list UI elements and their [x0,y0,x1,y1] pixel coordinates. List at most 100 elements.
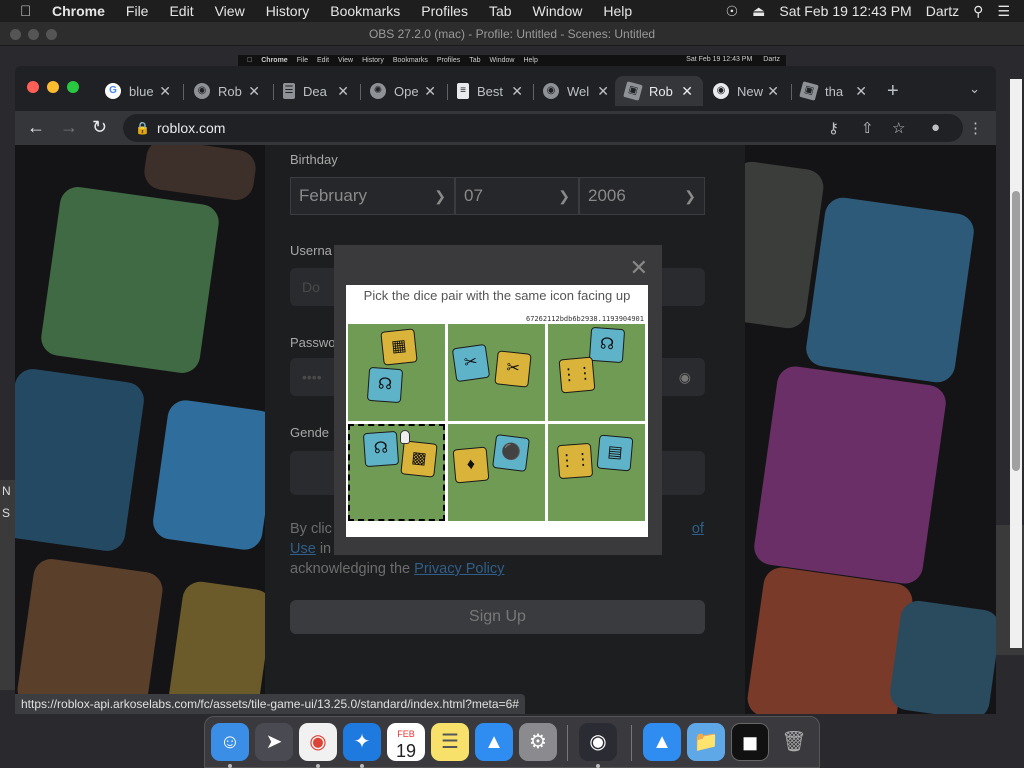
bookmark-star-icon[interactable]: ☆ [892,119,905,137]
captcha-tile-6[interactable]: ⋮⋮ ▤ [548,424,645,521]
status-url-bubble: https://roblox-api.arkoselabs.com/fc/ass… [15,694,525,714]
birthday-day-select[interactable]: 07 ❯ [455,177,579,215]
apple-icon[interactable]:  [20,3,38,20]
tab-1[interactable]: G blue ✕ [95,76,181,106]
captcha-tile-5[interactable]: ♦ ⚫ [448,424,545,521]
menu-history[interactable]: History [266,3,310,19]
doc-icon: ≡ [457,83,469,99]
tab-9[interactable]: ▣ tha ✕ [791,76,877,106]
tab-search-chevron-icon[interactable]: ⌄ [969,81,980,97]
chrome-icon[interactable]: ◉ [299,723,337,761]
scrollbar-thumb[interactable] [1012,191,1020,471]
menu-datetime[interactable]: Sat Feb 19 12:43 PM [779,3,911,19]
menu-view[interactable]: View [215,3,245,19]
gender-label: Gende [290,425,330,440]
notes-icon[interactable]: ☰ [431,723,469,761]
back-arrow-icon[interactable]: ← [27,117,45,138]
safari-compass-icon[interactable]: ✦ [343,723,381,761]
tab-5[interactable]: ≡ Best ✕ [447,76,533,106]
eye-icon[interactable]: ◉ [679,358,691,396]
close-icon[interactable]: ✕ [630,255,648,281]
menu-user[interactable]: Dartz [926,3,959,19]
screen-recording-icon[interactable]: ◼ [731,723,769,761]
trash-icon[interactable]: 🗑 [775,723,813,761]
tab-2[interactable]: ◉ Rob ✕ [184,76,270,106]
captcha-tile-1[interactable]: ▦ ☊ [348,324,445,421]
captcha-modal: ✕ Pick the dice pair with the same icon … [334,245,662,555]
tab-4-close-icon[interactable]: ✕ [424,83,436,100]
menu-profiles[interactable]: Profiles [421,3,468,19]
forward-arrow-icon[interactable]: → [60,117,78,138]
tab-8[interactable]: ◉ New ✕ [703,76,789,106]
kebab-menu-icon[interactable]: ⋮ [968,119,983,137]
tab-5-close-icon[interactable]: ✕ [511,83,523,100]
preview-datetime-user: Sat Feb 19 12:43 PM Dartz [677,56,780,63]
obs-zoom-button[interactable] [46,29,57,40]
captcha-tile-2[interactable]: ✂ ✂ [448,324,545,421]
obs-close-button[interactable] [10,29,21,40]
obs-minimize-button[interactable] [28,29,39,40]
birthday-month-select[interactable]: February ❯ [290,177,455,215]
privacy-policy-link[interactable]: Privacy Policy [414,561,504,577]
calendar-icon[interactable]: FEB 19 [387,723,425,761]
tab-3[interactable]: ☰ Dea ✕ [273,76,359,106]
obs-icon[interactable]: ◉ [579,723,617,761]
terms-of-use-link-end[interactable]: of [692,521,704,537]
finder-icon[interactable]: ☺ [211,723,249,761]
system-preferences-gear-icon[interactable]: ⚙ [519,723,557,761]
die-pattern-icon: ▩ [400,440,438,478]
menu-help[interactable]: Help [603,3,632,19]
chrome-zoom-button[interactable] [67,81,79,93]
birthday-year-select[interactable]: 2006 ❯ [579,177,705,215]
launchpad-rocket-icon[interactable]: ➤ [255,723,293,761]
birthday-month-value: February [299,186,368,205]
control-center-icon[interactable]: ☰ [997,3,1010,20]
reload-icon[interactable]: ↻ [92,117,107,138]
tab-2-label: Rob [218,83,242,99]
background-game-tile [38,184,222,376]
signup-button[interactable]: Sign Up [290,600,705,634]
birthday-year-value: 2006 [588,186,626,205]
share-icon[interactable]: ⇧ [861,119,874,137]
captcha-tile-3[interactable]: ☊ ⋮⋮ [548,324,645,421]
tab-6-close-icon[interactable]: ✕ [597,83,609,100]
tab-1-close-icon[interactable]: ✕ [159,83,171,100]
spotlight-search-icon[interactable]: ⚲ [973,3,983,20]
new-tab-plus-icon[interactable]: + [887,80,899,103]
tab-9-close-icon[interactable]: ✕ [855,83,867,100]
app-store-icon[interactable]: ▲ [475,723,513,761]
chrome-window: G blue ✕ ◉ Rob ✕ ☰ Dea ✕ ✺ Ope ✕ ≡ Best … [15,66,996,714]
tab-4[interactable]: ✺ Ope ✕ [360,76,446,106]
obs-left-panel: N S [0,480,16,690]
tab-2-close-icon[interactable]: ✕ [248,83,260,100]
menu-file[interactable]: File [126,3,149,19]
tab-7-active[interactable]: ▣ Rob ✕ [615,76,703,106]
menu-tab[interactable]: Tab [489,3,512,19]
tab-8-label: New [737,83,764,99]
profile-avatar-icon[interactable]: ● [931,119,940,136]
obs-status-icon[interactable]: ☉ [726,3,739,20]
chrome-close-button[interactable] [27,81,39,93]
chrome-minimize-button[interactable] [47,81,59,93]
tab-3-label: Dea [303,83,327,99]
tab-3-close-icon[interactable]: ✕ [337,83,349,100]
tab-6[interactable]: ◉ Wel ✕ [533,76,619,106]
menu-window[interactable]: Window [533,3,583,19]
captcha-tile-4-selected[interactable]: ☊ ▩ [348,424,445,521]
terms-of-use-link[interactable]: Use [290,541,316,557]
menu-edit[interactable]: Edit [169,3,193,19]
page-scrollbar[interactable] [1010,79,1022,648]
downloads-folder-icon[interactable]: 📁 [687,723,725,761]
key-icon[interactable]: ⚷ [828,119,839,137]
lock-icon[interactable]: 🔒 [135,114,150,142]
captcha-session-id: 67262112bdb6b2938.1193904901 [525,315,644,323]
tab-7-label: Rob [649,83,673,99]
eject-icon[interactable]: ⏏ [752,3,765,20]
menu-app-name[interactable]: Chrome [52,3,105,19]
app-store-folder-icon[interactable]: ▲ [643,723,681,761]
menu-bookmarks[interactable]: Bookmarks [330,3,400,19]
tab-8-close-icon[interactable]: ✕ [767,83,779,100]
tab-7-close-icon[interactable]: ✕ [681,83,693,100]
background-game-tile [803,195,977,385]
preview-menu-bar:  Chrome File Edit View History Bookmark… [238,55,786,66]
